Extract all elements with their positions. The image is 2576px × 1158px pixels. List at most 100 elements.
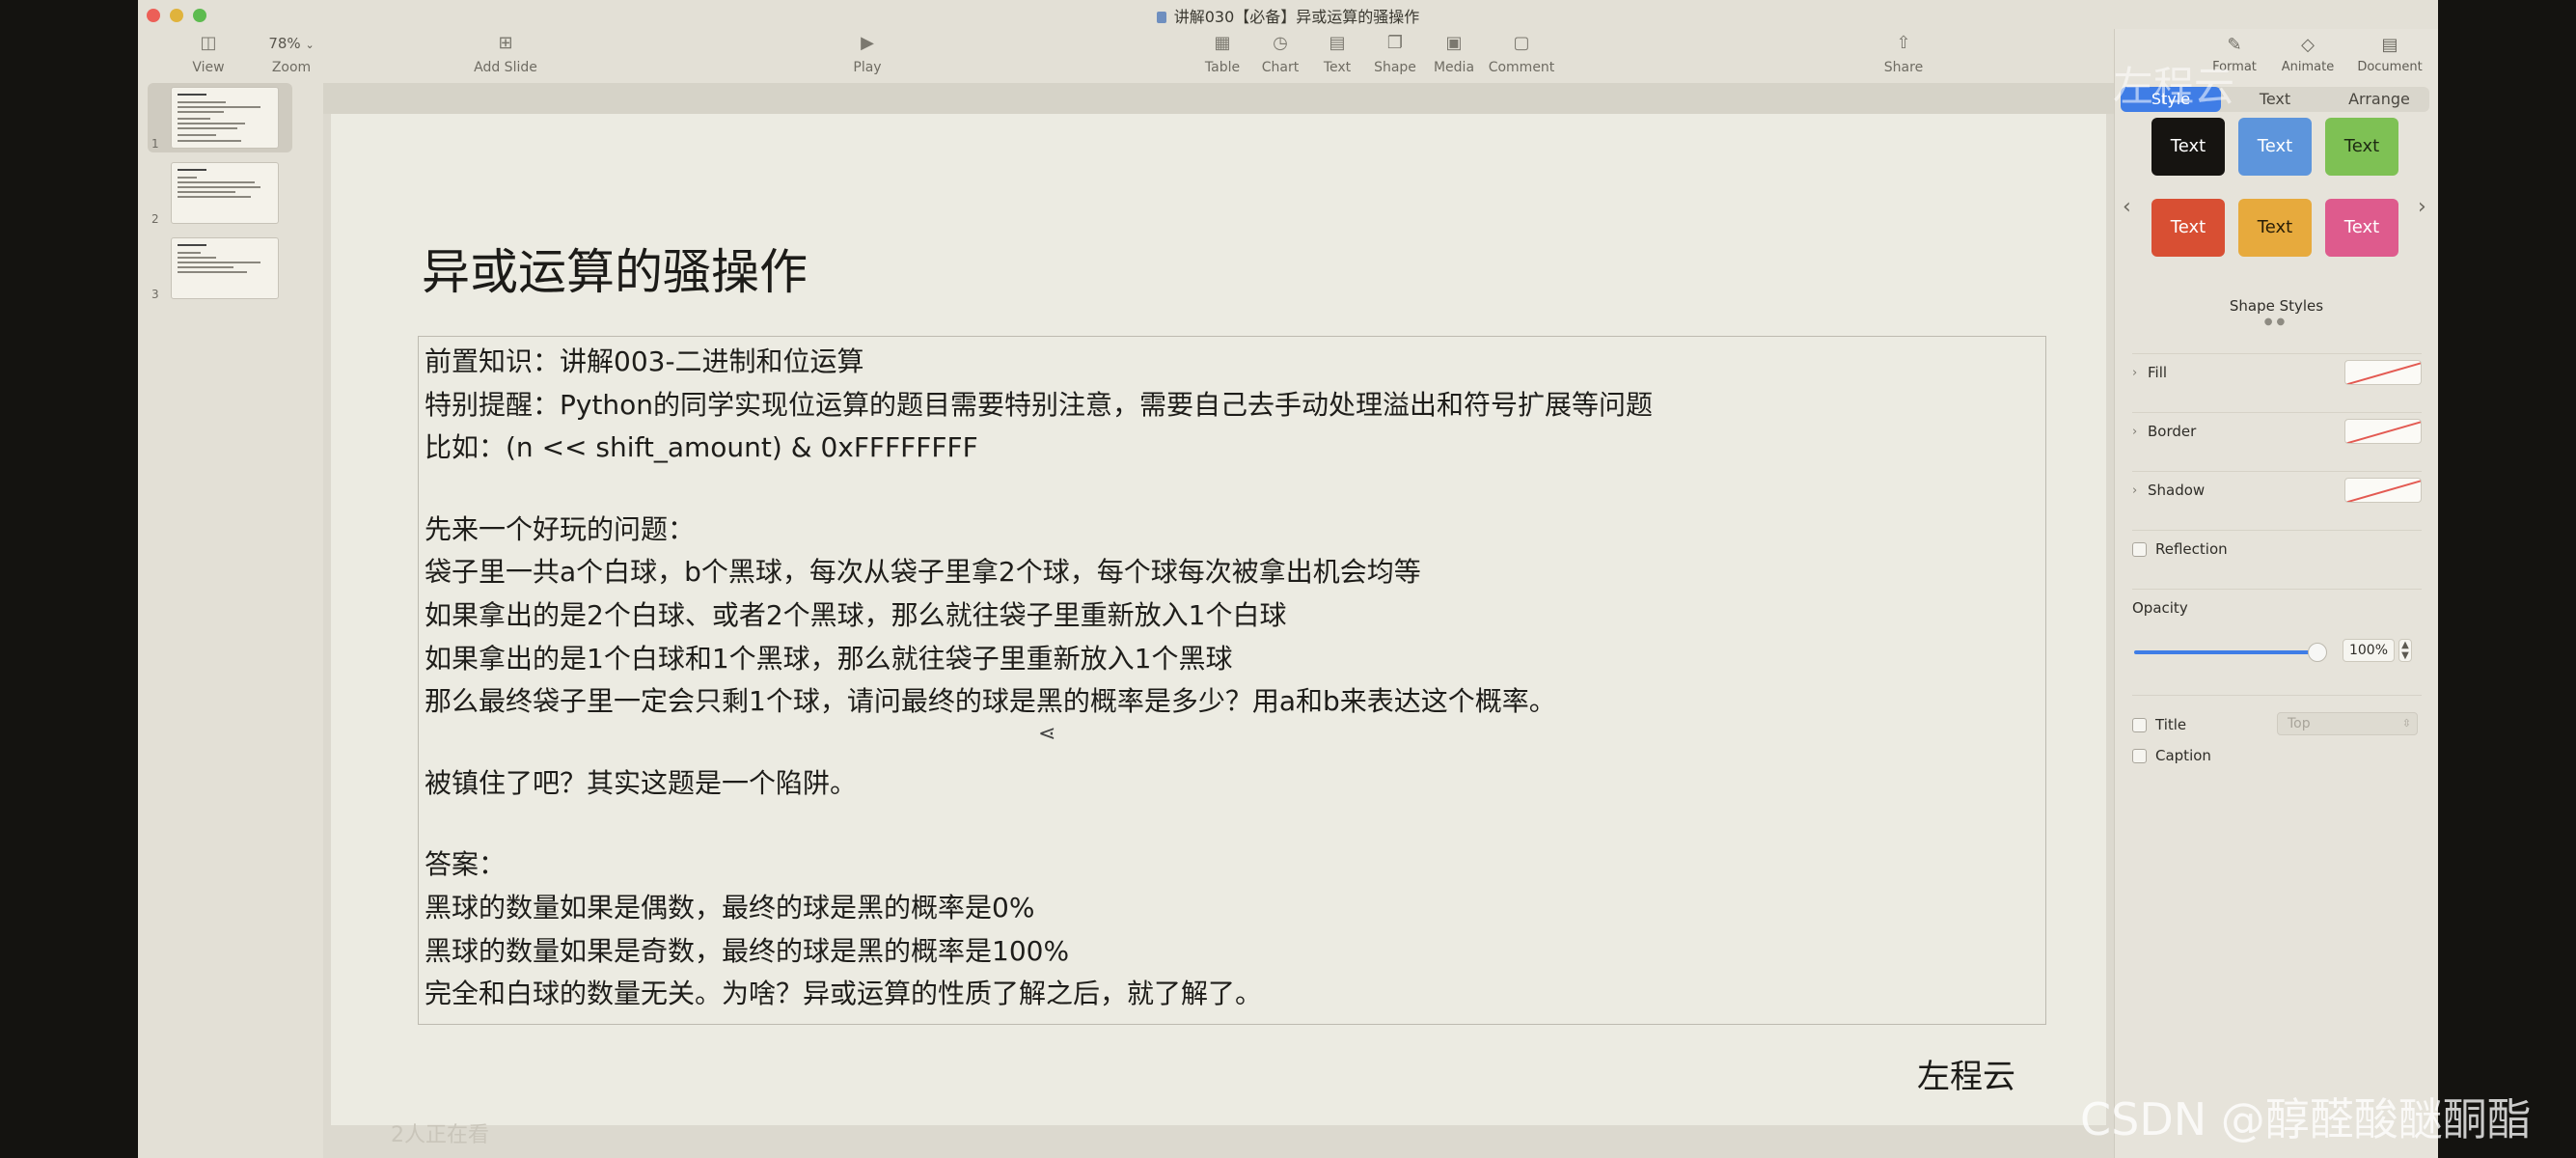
caption-checkbox[interactable] [2132,749,2147,763]
text-label: Text [1323,60,1352,75]
comment-button[interactable]: ▢ Comment [1483,33,1560,75]
reflection-row: Reflection [2132,530,2422,568]
body-text-line: 黑球的数量如果是奇数，最终的球是黑的概率是100% [425,934,1070,967]
body-text-line: 答案： [425,848,507,881]
chevron-right-icon: › [2132,483,2138,498]
canvas-ruler [323,83,2114,114]
slide-navigator: 1 2 3 [138,83,323,1158]
chart-button[interactable]: ◷ Chart [1251,33,1309,75]
border-color-well[interactable] [2344,419,2422,444]
slide-thumbnail-2[interactable]: 2 [148,158,292,228]
document-icon: ▤ [2381,35,2398,55]
zoom-value-text: 78% [268,35,301,52]
title-position-select[interactable]: Top ⇳ [2277,712,2418,735]
tab-text[interactable]: Text [2225,87,2325,112]
opacity-slider-knob[interactable] [2308,643,2327,662]
play-label: Play [853,60,882,75]
chevron-down-icon: ⌄ [305,39,315,51]
opacity-slider-track[interactable] [2134,650,2317,654]
shape-label: Shape [1374,60,1416,75]
shape-style-swatch[interactable]: Text [2325,118,2398,176]
body-text-line: 如果拿出的是2个白球、或者2个黑球，那么就往袋子里重新放入1个白球 [425,598,1287,631]
author-signature: 左程云 [1917,1058,2015,1096]
add-slide-label: Add Slide [474,60,537,75]
fill-color-well[interactable] [2344,360,2422,385]
reflection-checkbox[interactable] [2132,542,2147,557]
title-bar: 讲解030【必备】异或运算的骚操作 [138,0,2438,29]
sidebar-icon: ◫ [200,33,217,53]
text-cursor-icon: ⋖ [1038,722,1056,746]
shape-icon: ❐ [1386,33,1404,53]
zoom-menu[interactable]: 78% ⌄ Zoom [246,33,337,75]
diamond-icon: ◇ [2301,35,2315,55]
comment-icon: ▢ [1513,33,1530,53]
shape-style-swatch[interactable]: Text [2238,118,2312,176]
animate-button[interactable]: ◇ Animate [2277,35,2339,74]
slide-preview [171,87,279,149]
slide-thumbnail-1[interactable]: 1 [148,83,292,152]
keynote-window: 讲解030【必备】异或运算的骚操作 ◫ View 78% ⌄ Zoom ⊞ Ad… [138,0,2438,1158]
play-button[interactable]: ▶ Play [838,33,896,75]
table-button[interactable]: ▦ Table [1193,33,1251,75]
body-text-box[interactable]: 前置知识：讲解003-二进制和位运算特别提醒：Python的同学实现位运算的题目… [418,336,2046,1025]
tab-arrange[interactable]: Arrange [2329,87,2429,112]
media-icon: ▣ [1445,33,1463,53]
slide-title[interactable]: 异或运算的骚操作 [422,234,808,303]
view-button[interactable]: ◫ View [177,33,240,75]
document-label: Document [2357,60,2423,74]
page-dots: ●● [2263,317,2289,327]
table-label: Table [1204,60,1241,75]
view-label: View [192,60,225,75]
body-text-line: 那么最终袋子里一定会只剩1个球，请问最终的球是黑的概率是多少？用a和b来表达这个… [425,685,1556,718]
title-label: Title [2155,716,2187,733]
document-button[interactable]: ▤ Document [2348,35,2431,74]
shape-styles-label: Shape Styles [2229,297,2324,315]
slide-canvas: 异或运算的骚操作 前置知识：讲解003-二进制和位运算特别提醒：Python的同… [323,83,2114,1158]
border-label: Border [2148,423,2197,440]
play-icon: ▶ [861,33,874,53]
zoom-label: Zoom [271,60,312,75]
body-text-line: 前置知识：讲解003-二进制和位运算 [425,345,864,377]
opacity-label: Opacity [2132,599,2188,617]
format-inspector: ✎ Format ◇ Animate ▤ Document Style Text… [2114,29,2438,1158]
chevron-left-icon[interactable]: ‹ [2123,195,2131,219]
shape-style-swatch[interactable]: Text [2325,199,2398,257]
author-watermark: 左程云 [2113,63,2235,110]
slide-preview [171,237,279,299]
body-text-line: 特别提醒：Python的同学实现位运算的题目需要特别注意，需要自己去手动处理溢出… [425,388,1654,421]
shadow-color-well[interactable] [2344,478,2422,503]
share-button[interactable]: ⇧ Share [1875,33,1932,75]
fill-label: Fill [2148,364,2168,381]
border-row[interactable]: › Border [2132,412,2422,451]
text-button[interactable]: ▤ Text [1309,33,1365,75]
chevron-right-icon: › [2132,425,2138,439]
body-text-line: 袋子里一共a个白球，b个黑球，每次从袋子里拿2个球，每个球每次被拿出机会均等 [425,556,1421,589]
slide-number: 2 [151,212,159,226]
chevron-right-icon: › [2132,366,2138,380]
zoom-value: 78% ⌄ [246,33,337,54]
shape-style-swatch[interactable]: Text [2151,118,2225,176]
paintbrush-icon: ✎ [2227,35,2242,55]
shape-button[interactable]: ❐ Shape [1365,33,1425,75]
body-text-line [425,470,2042,509]
opacity-field[interactable]: 100% [2343,639,2395,662]
chevron-right-icon[interactable]: › [2418,195,2426,219]
slide[interactable]: 异或运算的骚操作 前置知识：讲解003-二进制和位运算特别提醒：Python的同… [331,114,2106,1125]
caption-label: Caption [2155,747,2211,764]
slide-number: 3 [151,288,159,301]
animate-label: Animate [2281,60,2335,74]
fill-row[interactable]: › Fill [2132,353,2422,392]
title-caption-row [2132,695,2422,791]
opacity-stepper[interactable]: ▲ ▼ [2398,639,2412,662]
slide-thumbnail-3[interactable]: 3 [148,234,292,303]
media-button[interactable]: ▣ Media [1425,33,1483,75]
shape-style-swatch[interactable]: Text [2238,199,2312,257]
shape-style-swatch[interactable]: Text [2151,199,2225,257]
toolbar: ◫ View 78% ⌄ Zoom ⊞ Add Slide ▶ Play ▦ T… [138,27,2438,83]
csdn-watermark: CSDN @醇醛酸醚酮酯 [2080,1093,2532,1145]
title-checkbox[interactable] [2132,718,2147,732]
share-label: Share [1883,60,1924,75]
add-slide-button[interactable]: ⊞ Add Slide [462,33,549,75]
body-text-line [425,805,2042,843]
shadow-row[interactable]: › Shadow [2132,471,2422,510]
